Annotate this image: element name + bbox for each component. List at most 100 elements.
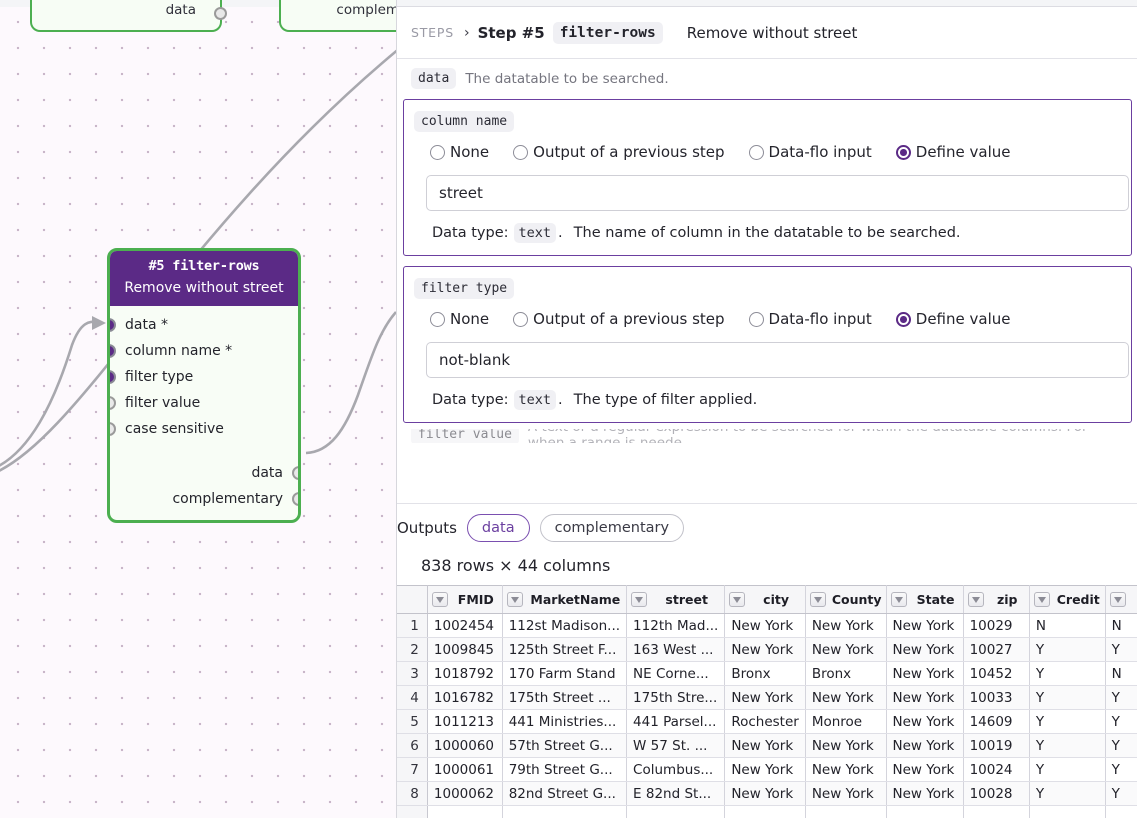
cell-street[interactable]: NE Corne...: [626, 661, 726, 686]
col-header-county[interactable]: County: [805, 585, 887, 614]
flow-canvas[interactable]: data complementary #5 filter-rows Remove…: [0, 0, 396, 818]
col-header-truncated[interactable]: [1105, 585, 1137, 614]
cell-extra[interactable]: Y: [1105, 685, 1137, 710]
cell-fmid[interactable]: 1009845: [427, 637, 503, 662]
cell-state[interactable]: New York: [886, 637, 964, 662]
cell-marketname[interactable]: 125th Street F...: [502, 637, 628, 662]
radio-mark-icon[interactable]: [748, 311, 764, 327]
column-filter-icon[interactable]: [506, 592, 523, 607]
cell-fmid[interactable]: 1000061: [427, 757, 503, 782]
breadcrumb-steps-link[interactable]: STEPS: [411, 25, 454, 40]
cell-city[interactable]: [724, 805, 806, 818]
node-input-case-sensitive[interactable]: case sensitive: [110, 416, 298, 442]
radio-none[interactable]: None: [430, 143, 489, 161]
column-filter-icon[interactable]: [729, 592, 746, 607]
node-input-filter-type[interactable]: filter type: [110, 364, 298, 390]
cell-zip[interactable]: 10024: [963, 757, 1030, 782]
cell-marketname[interactable]: 175th Street ...: [502, 685, 628, 710]
cell-zip[interactable]: 10027: [963, 637, 1030, 662]
radio-dataflo-input[interactable]: Data-flo input: [748, 143, 872, 161]
cell-zip[interactable]: 10019: [963, 733, 1030, 758]
cell-county[interactable]: New York: [805, 733, 887, 758]
col-header-city[interactable]: city: [724, 585, 806, 614]
cell-credit[interactable]: N: [1029, 613, 1106, 638]
column-filter-icon[interactable]: [631, 592, 648, 607]
cell-fmid[interactable]: 1011213: [427, 709, 503, 734]
cell-extra[interactable]: Y: [1105, 781, 1137, 806]
col-header-marketname[interactable]: MarketName: [502, 585, 628, 614]
cell-zip[interactable]: 10452: [963, 661, 1030, 686]
cell-extra[interactable]: Y: [1105, 733, 1137, 758]
cell-street[interactable]: W 57 St. ...: [626, 733, 726, 758]
param-column-name-source-radios[interactable]: None Output of a previous step Data-flo …: [414, 143, 1121, 161]
upstream-node-card[interactable]: data: [30, 0, 227, 32]
table-row[interactable]: 2 1009845 125th Street F... 163 West ...…: [397, 637, 1137, 662]
output-port-dot[interactable]: [214, 7, 227, 20]
col-header-fmid[interactable]: FMID: [427, 585, 503, 614]
cell-credit[interactable]: Y: [1029, 685, 1106, 710]
column-name-value-input[interactable]: [426, 175, 1129, 211]
cell-marketname[interactable]: 82nd Street G...: [502, 781, 628, 806]
cell-zip[interactable]: [963, 805, 1030, 818]
cell-extra[interactable]: Y: [1105, 709, 1137, 734]
cell-city[interactable]: New York: [724, 685, 806, 710]
column-filter-icon[interactable]: [890, 592, 907, 607]
input-port-dot[interactable]: [110, 344, 116, 358]
node-input-data[interactable]: data *: [110, 312, 298, 338]
cell-county[interactable]: New York: [805, 637, 887, 662]
cell-county[interactable]: [805, 805, 887, 818]
col-header-zip[interactable]: zip: [963, 585, 1030, 614]
radio-mark-icon[interactable]: [895, 311, 911, 327]
filter-type-value-input[interactable]: [426, 342, 1129, 378]
cell-extra[interactable]: Y: [1105, 637, 1137, 662]
cell-fmid[interactable]: 1000062: [427, 781, 503, 806]
output-port-dot[interactable]: [292, 492, 298, 506]
radio-define-value[interactable]: Define value: [895, 310, 1010, 328]
col-header-credit[interactable]: Credit: [1029, 585, 1106, 614]
cell-zip[interactable]: 10033: [963, 685, 1030, 710]
column-filter-icon[interactable]: [967, 592, 984, 607]
breadcrumb-description[interactable]: Remove without street: [687, 24, 858, 42]
input-port-dot[interactable]: [110, 370, 116, 384]
cell-state[interactable]: New York: [886, 661, 964, 686]
cell-marketname[interactable]: 441 Ministries...: [502, 709, 628, 734]
input-port-dot[interactable]: [110, 396, 116, 410]
input-port-dot[interactable]: [110, 422, 116, 436]
table-row[interactable]: 8 1000062 82nd Street G... E 82nd St... …: [397, 781, 1137, 806]
cell-credit[interactable]: Y: [1029, 757, 1106, 782]
column-filter-icon[interactable]: [1109, 592, 1126, 607]
radio-output-previous-step[interactable]: Output of a previous step: [513, 143, 725, 161]
radio-mark-icon[interactable]: [430, 144, 445, 160]
radio-mark-icon[interactable]: [430, 311, 445, 327]
cell-credit[interactable]: Y: [1029, 661, 1106, 686]
cell-credit[interactable]: Y: [1029, 733, 1106, 758]
cell-street[interactable]: E 82nd St...: [626, 781, 726, 806]
radio-mark-icon[interactable]: [513, 144, 529, 160]
table-row[interactable]: 4 1016782 175th Street ... 175th Stre...…: [397, 685, 1137, 710]
cell-zip[interactable]: 14609: [963, 709, 1030, 734]
cell-state[interactable]: New York: [886, 733, 964, 758]
node-filter-rows[interactable]: #5 filter-rows Remove without street dat…: [107, 248, 301, 523]
cell-state[interactable]: New York: [886, 685, 964, 710]
cell-credit[interactable]: Y: [1029, 709, 1106, 734]
output-tab-complementary[interactable]: complementary: [539, 514, 685, 542]
cell-street[interactable]: 163 West ...: [626, 637, 726, 662]
cell-street[interactable]: 441 Parsel...: [626, 709, 726, 734]
radio-output-previous-step[interactable]: Output of a previous step: [513, 310, 725, 328]
cell-state[interactable]: New York: [886, 613, 964, 638]
parameters-scroll-area[interactable]: data The datatable to be searched. colum…: [397, 59, 1137, 503]
param-filter-type-source-radios[interactable]: None Output of a previous step Data-flo …: [414, 310, 1121, 328]
cell-street[interactable]: Columbus...: [626, 757, 726, 782]
output-port-dot[interactable]: [292, 466, 298, 480]
cell-county[interactable]: New York: [805, 757, 887, 782]
input-port-dot[interactable]: [110, 318, 116, 332]
cell-state[interactable]: New York: [886, 709, 964, 734]
cell-extra[interactable]: N: [1105, 661, 1137, 686]
cell-zip[interactable]: 10029: [963, 613, 1030, 638]
cell-fmid[interactable]: 1016782: [427, 685, 503, 710]
cell-county[interactable]: New York: [805, 781, 887, 806]
table-row[interactable]: 3 1018792 170 Farm Stand NE Corne... Bro…: [397, 661, 1137, 686]
cell-state[interactable]: New York: [886, 757, 964, 782]
cell-marketname[interactable]: 57th Street G...: [502, 733, 628, 758]
cell-extra[interactable]: Y: [1105, 757, 1137, 782]
